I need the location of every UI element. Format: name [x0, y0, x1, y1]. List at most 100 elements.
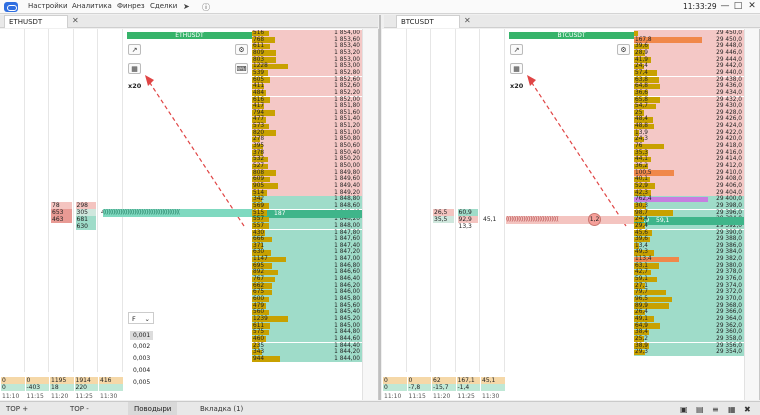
ladder-row[interactable]: 65,8 29 432,0 — [634, 96, 744, 104]
ladder-row[interactable]: 479 1 845,60 — [252, 302, 362, 310]
ladder-row[interactable]: 13,4 29 386,0 — [634, 242, 744, 250]
ladder-row[interactable]: 49,3 29 384,0 — [634, 249, 744, 257]
ladder-row[interactable]: 30,3 29 398,0 — [634, 202, 744, 210]
ladder-row[interactable]: 808 1 849,80 — [252, 169, 362, 177]
ladder-row[interactable]: 820 1 851,00 — [252, 129, 362, 137]
cluster-cell[interactable]: 26,5 — [433, 209, 454, 216]
ladder-row[interactable]: 1228 1 853,00 — [252, 63, 362, 70]
multiplier-option[interactable]: 0,002 — [133, 343, 150, 350]
ladder-row[interactable]: 13,9 29 422,0 — [634, 129, 744, 137]
ladder-row[interactable]: 45,6 29 390,0 — [634, 229, 744, 237]
tab-guides[interactable]: Поводыри — [128, 402, 178, 415]
ladder-row[interactable]: 42,3 29 404,0 — [634, 189, 744, 197]
multiplier-option[interactable]: 0,005 — [133, 379, 150, 386]
ladder-row[interactable]: 89,9 29 368,0 — [634, 302, 744, 310]
cluster-cell[interactable]: 298 — [75, 202, 96, 209]
ladder-row[interactable]: 64,9 29 362,0 — [634, 322, 744, 330]
ladder-row[interactable]: 395 1 850,60 — [252, 143, 362, 150]
scrollbar[interactable] — [744, 29, 759, 400]
ladder-row[interactable]: 25 29 428,0 — [634, 109, 744, 117]
tab-workspace[interactable]: Вкладка (1) — [200, 405, 243, 413]
close-tab-icon[interactable]: ✕ — [72, 16, 79, 25]
ladder-row[interactable]: 892 1 846,60 — [252, 269, 362, 276]
ladder-row[interactable]: 609 1 849,60 — [252, 176, 362, 183]
ladder-row[interactable]: 616 1 852,00 — [252, 96, 362, 104]
cluster-cell[interactable]: 463 — [51, 216, 72, 223]
ladder-row[interactable]: 575 1 844,80 — [252, 329, 362, 336]
ladder-row[interactable]: 630 1 847,20 — [252, 249, 362, 257]
tab-top-minus[interactable]: TOP - — [70, 405, 89, 413]
ladder-row[interactable]: 516 1 854,00 — [252, 30, 362, 37]
tab-top-plus[interactable]: TOP + — [6, 405, 28, 413]
ladder-row[interactable]: 38,4 29 360,0 — [634, 329, 744, 336]
ladder-row[interactable]: 24,3 29 420,0 — [634, 136, 744, 143]
ladder-row[interactable]: 36,2 29 412,0 — [634, 163, 744, 170]
filter-select[interactable]: F ⌄ — [128, 312, 154, 324]
screenshot-icon[interactable]: ▣ — [680, 405, 688, 414]
tab-ethusdt[interactable]: ETHUSDT — [4, 15, 68, 28]
ladder-row[interactable]: 48,4 29 426,0 — [634, 116, 744, 124]
grid-icon[interactable]: ▦ — [510, 63, 523, 74]
ladder-row[interactable]: 98,7 29 396,0 — [634, 209, 744, 217]
tab-btcusdt[interactable]: BTCUSDT — [396, 15, 460, 28]
ladder-row[interactable]: 573 1 851,20 — [252, 123, 362, 130]
ladder-row[interactable]: 52,9 29 406,0 — [634, 182, 744, 190]
cluster-cell[interactable]: 60,9 — [457, 209, 478, 216]
ladder-row[interactable]: 26,4 29 366,0 — [634, 309, 744, 316]
gear-icon[interactable]: ⚙ — [235, 44, 248, 55]
ladder-row[interactable]: 803 1 853,00 — [252, 56, 362, 64]
ladder-row[interactable]: 28,9 29 446,0 — [634, 49, 744, 57]
chart-settings-icon[interactable]: ↗ — [128, 44, 141, 55]
multiplier-option[interactable]: 0,003 — [133, 355, 150, 362]
lock-icon[interactable]: ▦ — [728, 405, 736, 414]
cluster-cell[interactable]: 305 — [75, 209, 96, 216]
ladder-row[interactable]: 417 1 851,80 — [252, 103, 362, 110]
ladder-row[interactable]: 59,1 29 376,0 — [634, 276, 744, 283]
ladder-row[interactable]: 79,7 29 372,0 — [634, 289, 744, 296]
ladder-row[interactable]: 411 1 852,60 — [252, 83, 362, 90]
ladder-row[interactable]: 569 1 848,60 — [252, 202, 362, 210]
ladder-row[interactable]: 514 1 849,20 — [252, 189, 362, 197]
ladder-row[interactable]: 24,4 29 442,0 — [634, 63, 744, 70]
ladder-row[interactable]: 905 1 849,40 — [252, 182, 362, 190]
link-icon[interactable]: ≡ — [712, 405, 719, 414]
ladder-row[interactable]: 278 1 850,80 — [252, 136, 362, 143]
ladder-row[interactable]: 63,8 29 438,0 — [634, 76, 744, 84]
ladder-row[interactable]: 600 1 845,80 — [252, 296, 362, 303]
ladder-row[interactable]: 378 1 850,40 — [252, 149, 362, 157]
menu-analytics[interactable]: Аналитика — [72, 2, 112, 10]
ladder-row[interactable]: 40,1 29 408,0 — [634, 176, 744, 183]
ladder-row[interactable]: 944 1 844,00 — [252, 355, 362, 363]
ladder-row[interactable]: 54,7 29 430,0 — [634, 103, 744, 110]
minimize-button[interactable]: — — [719, 1, 731, 11]
ladder-row[interactable]: 63,1 29 380,0 — [634, 262, 744, 270]
ladder-row[interactable]: 675 1 846,00 — [252, 289, 362, 296]
layout-icon[interactable]: ▤ — [696, 405, 704, 414]
ladder-row[interactable]: 557 1 848,00 — [252, 222, 362, 230]
ladder-row[interactable]: 605 1 852,60 — [252, 76, 362, 84]
ladder-row[interactable]: 767 1 846,40 — [252, 276, 362, 283]
close-window-button[interactable]: ✕ — [746, 1, 758, 11]
ladder-row[interactable]: 430 1 847,80 — [252, 229, 362, 237]
ladder-row[interactable]: 484 1 852,20 — [252, 89, 362, 97]
cluster-cell[interactable]: 92,9 — [457, 216, 478, 223]
menu-finres[interactable]: Финрез — [117, 2, 145, 10]
close-tab-icon[interactable]: ✕ — [464, 16, 471, 25]
fullscreen-icon[interactable]: ✖ — [744, 405, 751, 414]
ladder-row[interactable]: 1147 1 847,00 — [252, 256, 362, 263]
panel-splitter[interactable] — [379, 15, 381, 400]
ladder-row[interactable]: 532 1 850,20 — [252, 156, 362, 163]
ladder-row[interactable]: 76 29 418,0 — [634, 143, 744, 150]
ladder-row[interactable]: 96,5 29 370,0 — [634, 296, 744, 303]
grid-icon[interactable]: ▦ — [128, 63, 141, 74]
ladder-row[interactable]: 527 1 850,00 — [252, 163, 362, 170]
ladder-row[interactable]: 44,1 29 414,0 — [634, 156, 744, 163]
ladder-row[interactable]: 49,1 29 364,0 — [634, 315, 744, 323]
ladder-row[interactable]: 38,9 29 356,0 — [634, 342, 744, 350]
ladder-row[interactable]: 666 1 847,60 — [252, 236, 362, 243]
ladder-row[interactable]: 539 1 852,80 — [252, 69, 362, 77]
order-book-ladder[interactable]: 29 450,0 167,8 29 450,0 39,6 29 448,0 28,9 29 … — [634, 30, 744, 400]
ladder-row[interactable]: 35,3 29 416,0 — [634, 149, 744, 157]
ladder-row[interactable]: 27,1 29 374,0 — [634, 282, 744, 290]
ladder-row[interactable]: 235 1 844,40 — [252, 342, 362, 350]
